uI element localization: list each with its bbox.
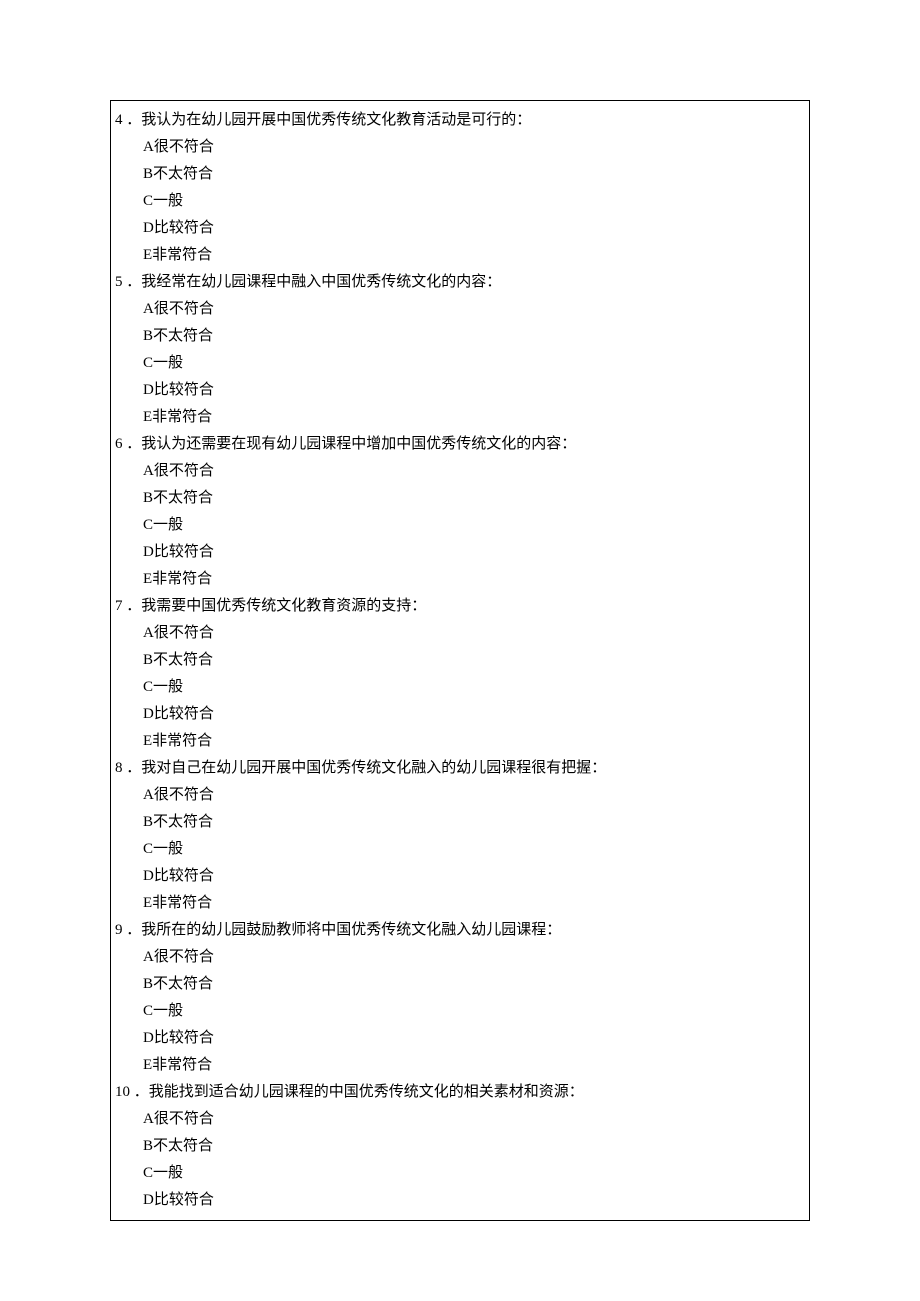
option[interactable]: B不太符合: [115, 323, 809, 350]
option[interactable]: B不太符合: [115, 1133, 809, 1160]
option[interactable]: B不太符合: [115, 809, 809, 836]
option[interactable]: A很不符合: [115, 296, 809, 323]
option[interactable]: A很不符合: [115, 458, 809, 485]
option[interactable]: D比较符合: [115, 377, 809, 404]
question-8: 8 ．我对自己在幼儿园开展中国优秀传统文化融入的幼儿园课程很有把握：: [115, 755, 809, 782]
question-text: ．我经常在幼儿园课程中融入中国优秀传统文化的内容：: [126, 269, 809, 296]
option[interactable]: A很不符合: [115, 782, 809, 809]
option[interactable]: C一般: [115, 188, 809, 215]
option[interactable]: C一般: [115, 674, 809, 701]
option[interactable]: E非常符合: [115, 728, 809, 755]
option[interactable]: B不太符合: [115, 485, 809, 512]
question-10: 10 ．我能找到适合幼儿园课程的中国优秀传统文化的相关素材和资源：: [115, 1079, 809, 1106]
option[interactable]: D比较符合: [115, 1187, 809, 1214]
question-number: 6: [115, 431, 126, 458]
question-number: 8: [115, 755, 126, 782]
question-text: ．我认为在幼儿园开展中国优秀传统文化教育活动是可行的：: [126, 107, 809, 134]
question-text: ．我认为还需要在现有幼儿园课程中增加中国优秀传统文化的内容：: [126, 431, 809, 458]
question-4: 4 ．我认为在幼儿园开展中国优秀传统文化教育活动是可行的：: [115, 107, 809, 134]
option[interactable]: D比较符合: [115, 1025, 809, 1052]
question-7: 7 ．我需要中国优秀传统文化教育资源的支持：: [115, 593, 809, 620]
option[interactable]: D比较符合: [115, 701, 809, 728]
option[interactable]: A很不符合: [115, 944, 809, 971]
option[interactable]: A很不符合: [115, 134, 809, 161]
question-number: 10: [115, 1079, 134, 1106]
question-text: ．我对自己在幼儿园开展中国优秀传统文化融入的幼儿园课程很有把握：: [126, 755, 809, 782]
question-number: 7: [115, 593, 126, 620]
option[interactable]: B不太符合: [115, 647, 809, 674]
option[interactable]: A很不符合: [115, 1106, 809, 1133]
option[interactable]: B不太符合: [115, 161, 809, 188]
option[interactable]: C一般: [115, 1160, 809, 1187]
option[interactable]: D比较符合: [115, 215, 809, 242]
question-number: 5: [115, 269, 126, 296]
question-text: ．我能找到适合幼儿园课程的中国优秀传统文化的相关素材和资源：: [134, 1079, 809, 1106]
question-text: ．我所在的幼儿园鼓励教师将中国优秀传统文化融入幼儿园课程：: [126, 917, 809, 944]
question-9: 9 ．我所在的幼儿园鼓励教师将中国优秀传统文化融入幼儿园课程：: [115, 917, 809, 944]
option[interactable]: C一般: [115, 998, 809, 1025]
questionnaire-box: 4 ．我认为在幼儿园开展中国优秀传统文化教育活动是可行的：A很不符合B不太符合C…: [110, 100, 810, 1221]
option[interactable]: A很不符合: [115, 620, 809, 647]
option[interactable]: B不太符合: [115, 971, 809, 998]
option[interactable]: E非常符合: [115, 404, 809, 431]
question-number: 9: [115, 917, 126, 944]
question-6: 6 ．我认为还需要在现有幼儿园课程中增加中国优秀传统文化的内容：: [115, 431, 809, 458]
option[interactable]: D比较符合: [115, 539, 809, 566]
question-number: 4: [115, 107, 126, 134]
option[interactable]: E非常符合: [115, 890, 809, 917]
question-text: ．我需要中国优秀传统文化教育资源的支持：: [126, 593, 809, 620]
option[interactable]: C一般: [115, 836, 809, 863]
option[interactable]: D比较符合: [115, 863, 809, 890]
option[interactable]: E非常符合: [115, 566, 809, 593]
option[interactable]: C一般: [115, 350, 809, 377]
option[interactable]: E非常符合: [115, 242, 809, 269]
option[interactable]: C一般: [115, 512, 809, 539]
question-5: 5 ．我经常在幼儿园课程中融入中国优秀传统文化的内容：: [115, 269, 809, 296]
option[interactable]: E非常符合: [115, 1052, 809, 1079]
